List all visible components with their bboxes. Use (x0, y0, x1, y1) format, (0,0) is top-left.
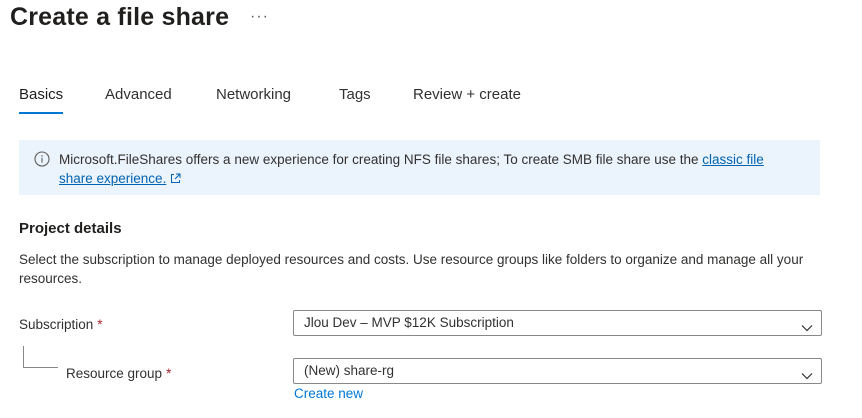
tab-networking[interactable]: Networking (216, 84, 291, 114)
external-link-icon[interactable] (170, 170, 181, 189)
banner-message: Microsoft.FileShares offers a new experi… (59, 150, 799, 189)
required-marker: * (166, 366, 172, 381)
create-new-resource-group-link[interactable]: Create new (294, 386, 363, 401)
info-icon (34, 151, 50, 167)
tab-basics[interactable]: Basics (19, 84, 64, 114)
project-details-description: Select the subscription to manage deploy… (19, 252, 804, 286)
tab-tags[interactable]: Tags (339, 84, 371, 114)
page-title: Create a file share (10, 3, 230, 31)
chevron-down-icon (801, 319, 813, 332)
resource-group-label: Resource group * (66, 366, 171, 381)
tab-review-create[interactable]: Review + create (413, 84, 521, 114)
resource-group-label-text: Resource group (66, 366, 163, 381)
resource-group-dropdown[interactable]: (New) share-rg (293, 358, 822, 384)
tree-connector (23, 346, 58, 368)
subscription-label: Subscription * (19, 317, 103, 332)
more-options-button[interactable]: ··· (250, 8, 269, 26)
chevron-down-icon (801, 367, 813, 380)
required-marker: * (97, 317, 103, 332)
resource-group-value: (New) share-rg (304, 363, 395, 378)
banner-text: Microsoft.FileShares offers a new experi… (59, 152, 703, 167)
subscription-dropdown[interactable]: Jlou Dev – MVP $12K Subscription (293, 310, 822, 336)
info-banner: Microsoft.FileShares offers a new experi… (19, 140, 820, 195)
tab-advanced[interactable]: Advanced (105, 84, 172, 114)
project-details-heading: Project details (19, 220, 122, 237)
subscription-value: Jlou Dev – MVP $12K Subscription (304, 315, 514, 330)
tab-bar: Basics Advanced Networking Tags Review +… (0, 84, 862, 120)
subscription-label-text: Subscription (19, 317, 94, 332)
create-file-share-page: Create a file share ··· Basics Advanced … (0, 0, 862, 418)
